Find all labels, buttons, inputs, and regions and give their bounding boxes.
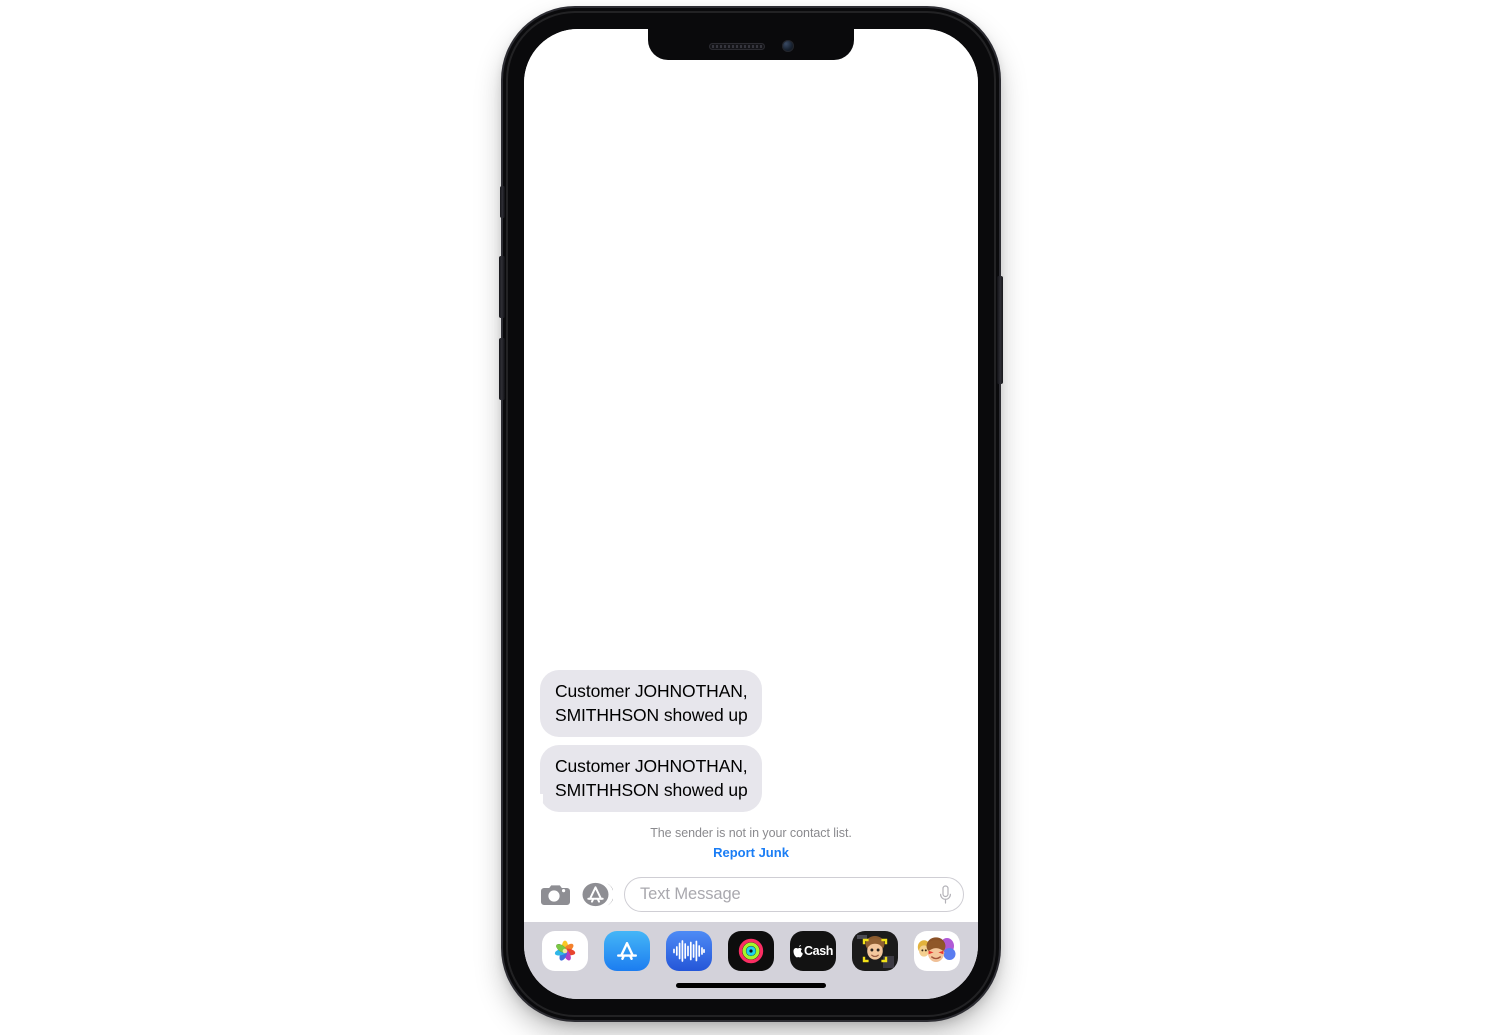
text-message-field[interactable]: Text Message <box>624 877 964 912</box>
speaker-grille-icon <box>709 43 765 50</box>
audio-waveform-icon <box>672 940 706 962</box>
home-indicator[interactable] <box>676 983 826 988</box>
message-row: Customer JOHNOTHAN, SMITHHSON showed up <box>524 670 978 737</box>
app-store-icon <box>581 881 613 908</box>
message-bubble-incoming[interactable]: Customer JOHNOTHAN, SMITHHSON showed up <box>540 745 762 812</box>
dictation-button[interactable] <box>939 885 952 905</box>
text-message-placeholder: Text Message <box>640 885 741 904</box>
report-junk-link[interactable]: Report Junk <box>713 844 789 862</box>
app-fitness[interactable] <box>728 931 774 971</box>
silent-switch[interactable] <box>500 186 505 218</box>
junk-notice-text: The sender is not in your contact list. <box>524 824 978 842</box>
volume-up-button[interactable] <box>499 256 505 318</box>
app-store-button[interactable] <box>581 881 613 908</box>
phone-mockup: Customer JOHNOTHAN, SMITHHSON showed up … <box>503 8 999 1020</box>
memoji-icon <box>855 932 895 970</box>
junk-notice: The sender is not in your contact list. … <box>524 820 978 864</box>
activity-rings-icon <box>738 938 764 964</box>
camera-button[interactable] <box>541 883 570 907</box>
microphone-icon <box>939 885 952 905</box>
app-store-glyph-icon <box>613 938 641 964</box>
app-photos[interactable] <box>542 931 588 971</box>
cash-text: Cash <box>804 944 833 958</box>
power-button[interactable] <box>997 276 1003 384</box>
app-audio-message[interactable] <box>666 931 712 971</box>
app-memoji[interactable] <box>852 931 898 971</box>
notch <box>648 29 854 60</box>
memoji-stickers-icon <box>916 933 958 969</box>
app-app-store[interactable] <box>604 931 650 971</box>
apple-cash-label: Cash <box>793 944 833 958</box>
app-drawer-row: Cash <box>524 931 978 971</box>
volume-down-button[interactable] <box>499 338 505 400</box>
message-bubble-incoming[interactable]: Customer JOHNOTHAN, SMITHHSON showed up <box>540 670 762 737</box>
camera-icon <box>541 883 570 907</box>
message-row: Customer JOHNOTHAN, SMITHHSON showed up <box>524 745 978 812</box>
message-input-toolbar: Text Message <box>524 868 978 922</box>
imessage-app-drawer: Cash <box>524 922 978 999</box>
front-camera-icon <box>782 40 794 52</box>
app-apple-cash[interactable]: Cash <box>790 931 836 971</box>
apple-logo-icon <box>793 945 804 958</box>
phone-screen: Customer JOHNOTHAN, SMITHHSON showed up … <box>524 29 978 999</box>
photos-icon <box>552 938 578 964</box>
conversation-thread: Customer JOHNOTHAN, SMITHHSON showed up … <box>524 29 978 868</box>
app-memoji-stickers[interactable] <box>914 931 960 971</box>
